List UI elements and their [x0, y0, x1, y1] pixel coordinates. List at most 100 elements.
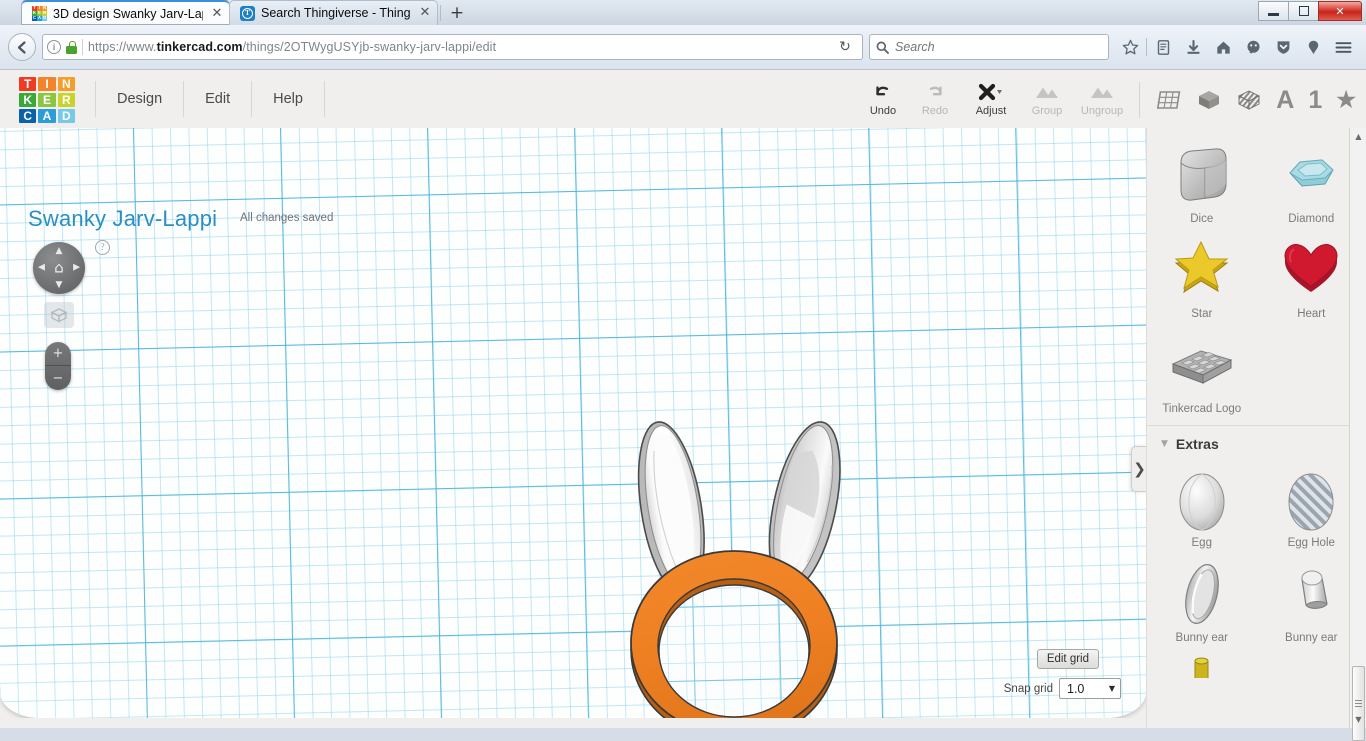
nav-left-icon[interactable]: ◀ — [38, 264, 45, 273]
shape-item-dice[interactable]: Dice — [1152, 134, 1252, 229]
shape-item-partial[interactable] — [1152, 648, 1252, 680]
scroll-down-icon[interactable]: ▼ — [1350, 711, 1366, 728]
undo-icon — [872, 82, 894, 102]
close-icon[interactable]: ✕ — [417, 5, 433, 21]
downloads-icon[interactable] — [1178, 32, 1208, 62]
tinkercad-menubar: Design Edit Help — [95, 70, 325, 128]
ungroup-icon — [1088, 82, 1116, 102]
help-icon[interactable]: ? — [95, 240, 110, 255]
reading-list-icon[interactable] — [1148, 32, 1178, 62]
menu-help[interactable]: Help — [252, 81, 325, 117]
workplane-grid-icon[interactable] — [1156, 88, 1182, 112]
design-title[interactable]: Swanky Jarv-Lappi — [28, 206, 217, 232]
scroll-up-icon[interactable]: ▲ — [1350, 128, 1366, 145]
redo-icon — [924, 82, 946, 102]
adjust-button[interactable]: Adjust — [961, 76, 1021, 117]
shape-item-tinkercad-logo[interactable]: Tinkercad Logo — [1152, 324, 1252, 419]
snap-grid-label: Snap grid — [1004, 683, 1053, 695]
group-button[interactable]: Group — [1021, 76, 1073, 117]
tinkercad-icon: TIN KER CAD — [32, 6, 47, 21]
browser-window: TIN KER CAD 3D design Swanky Jarv-Lap...… — [0, 0, 1366, 728]
shape-item-bunny-ear[interactable]: Bunny ear — [1152, 553, 1252, 648]
logo-tile: C — [19, 109, 36, 123]
url-divider — [82, 39, 83, 55]
section-header-extras[interactable]: ▼ Extras — [1147, 426, 1366, 458]
browser-tab-tinkercad[interactable]: TIN KER CAD 3D design Swanky Jarv-Lap...… — [22, 0, 229, 25]
chevron-down-icon: ▼ — [1109, 684, 1115, 693]
text-letter-icon[interactable]: A — [1276, 88, 1294, 113]
nav-right-icon[interactable]: ▶ — [73, 264, 80, 273]
shape-category-tools: A 1 ★ — [1139, 82, 1356, 118]
model-bunny-ear-ring[interactable] — [620, 388, 870, 718]
workplane-canvas[interactable]: Swanky Jarv-Lappi All changes saved ▲ ▼ … — [0, 128, 1146, 718]
back-button[interactable] — [8, 33, 36, 61]
cube-solid-icon[interactable] — [1196, 88, 1222, 112]
scrollbar-thumb[interactable] — [1352, 666, 1365, 741]
edit-grid-button[interactable]: Edit grid — [1037, 649, 1099, 669]
shape-item-bunny-ear-cone[interactable]: Bunny ear — [1262, 553, 1362, 648]
edit-tools: Undo Redo Adjust Group — [857, 76, 1131, 117]
star-shape-icon[interactable]: ★ — [1336, 89, 1356, 111]
minimize-icon — [1268, 13, 1279, 16]
undo-label: Undo — [870, 105, 896, 117]
browser-tab-thingiverse[interactable]: T Search Thingiverse - Thing... ✕ — [229, 0, 438, 25]
restore-icon — [1299, 6, 1309, 16]
egg-hole-shape-icon — [1272, 464, 1350, 534]
shape-label: Bunny ear — [1285, 632, 1337, 644]
fit-to-view-button[interactable] — [44, 302, 74, 328]
menu-design[interactable]: Design — [95, 81, 184, 117]
close-icon[interactable]: ✕ — [209, 6, 225, 22]
shape-item-heart[interactable]: Heart — [1262, 229, 1362, 324]
tab-title: Search Thingiverse - Thing... — [261, 6, 411, 20]
cube-hole-icon[interactable] — [1236, 88, 1262, 112]
shape-label: Diamond — [1288, 213, 1334, 225]
reload-icon[interactable]: ↻ — [832, 34, 858, 60]
bunny-ear-cone-icon — [1272, 559, 1350, 629]
home-view-icon[interactable]: ⌂ — [54, 261, 64, 276]
tinkercad-logo[interactable]: T I N K E R C A D — [19, 77, 75, 124]
search-input[interactable] — [895, 40, 1102, 54]
shape-row: Star Heart — [1147, 229, 1366, 324]
shape-item-star[interactable]: Star — [1152, 229, 1252, 324]
shape-item-egg-hole[interactable]: Egg Hole — [1262, 458, 1362, 553]
close-window-button[interactable]: ✕ — [1318, 1, 1362, 21]
shape-label: Heart — [1297, 308, 1325, 320]
zoom-in-button[interactable]: + — [45, 342, 71, 366]
redo-button[interactable]: Redo — [909, 76, 961, 117]
home-icon[interactable] — [1208, 32, 1238, 62]
snap-grid-select[interactable]: 1.0 ▼ — [1059, 678, 1121, 699]
nav-up-icon[interactable]: ▲ — [56, 247, 63, 256]
shape-label: Bunny ear — [1176, 632, 1228, 644]
bookmark-star-icon[interactable] — [1115, 32, 1145, 62]
address-bar[interactable]: i https://www.tinkercad.com/things/2OTWy… — [42, 34, 863, 60]
collapse-panel-button[interactable]: ❯ — [1131, 446, 1146, 492]
shape-panel-scrollbar[interactable]: ▲ ▼ — [1349, 128, 1366, 728]
shape-item-egg[interactable]: Egg — [1152, 458, 1252, 553]
shape-label: Tinkercad Logo — [1162, 403, 1241, 415]
restore-button[interactable] — [1288, 1, 1319, 21]
zoom-out-button[interactable]: − — [45, 366, 71, 390]
shield-icon[interactable] — [1268, 32, 1298, 62]
hamburger-menu-icon[interactable] — [1328, 32, 1358, 62]
logo-tile: K — [19, 93, 36, 107]
shape-row: Dice Diamond — [1147, 134, 1366, 229]
browser-search-box[interactable] — [869, 34, 1109, 60]
location-pin-icon[interactable] — [1298, 32, 1328, 62]
tinkercad-toolbar: T I N K E R C A D Design Edit Help Undo — [0, 70, 1366, 128]
number-icon[interactable]: 1 — [1308, 88, 1322, 113]
minimize-button[interactable] — [1258, 1, 1289, 21]
new-tab-button[interactable]: + — [443, 1, 471, 25]
nav-down-icon[interactable]: ▼ — [56, 281, 63, 290]
view-navigation-widget: ▲ ▼ ◀ ▶ ⌂ ? + − — [33, 242, 85, 294]
url-prefix: https://www. — [88, 40, 157, 54]
view-nav-pad[interactable]: ▲ ▼ ◀ ▶ ⌂ — [33, 242, 85, 294]
ungroup-label: Ungroup — [1081, 105, 1123, 117]
shape-item-diamond[interactable]: Diamond — [1262, 134, 1362, 229]
undo-button[interactable]: Undo — [857, 76, 909, 117]
ungroup-button[interactable]: Ungroup — [1073, 76, 1131, 117]
tinkercad-logo-shape-icon — [1163, 330, 1241, 400]
logo-tile: I — [38, 77, 55, 91]
page-info-icon[interactable]: i — [47, 40, 61, 54]
menu-edit[interactable]: Edit — [184, 81, 252, 117]
pocket-icon[interactable] — [1238, 32, 1268, 62]
